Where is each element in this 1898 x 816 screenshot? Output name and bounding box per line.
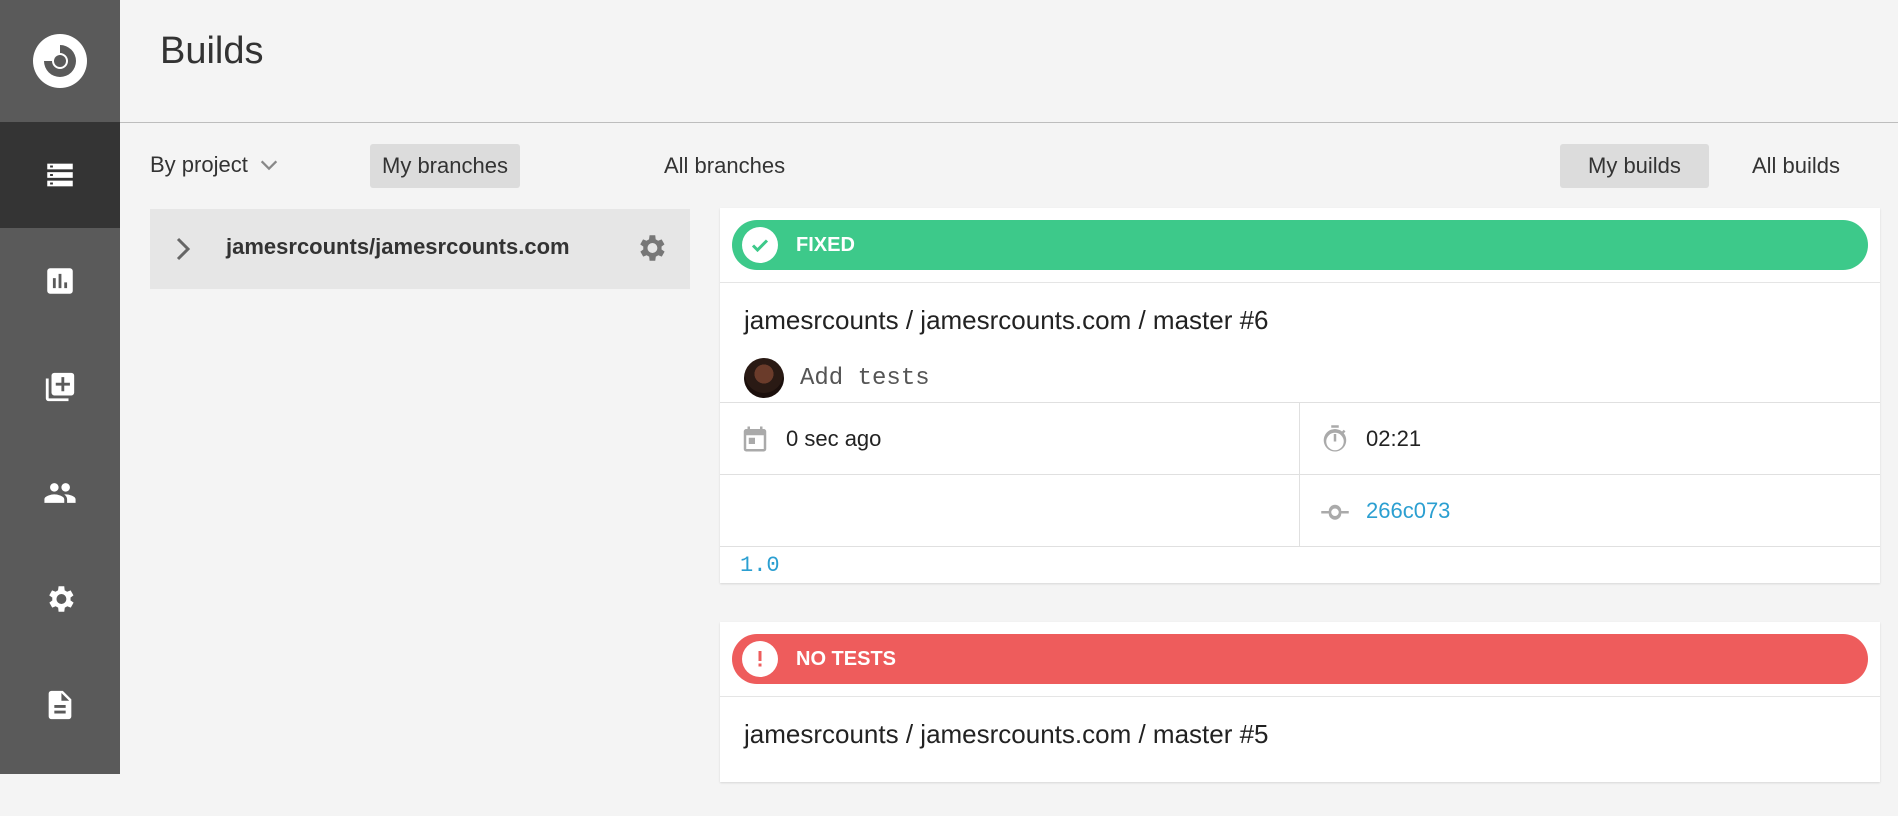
sidebar-item-add-projects[interactable]	[0, 334, 120, 440]
list-icon	[47, 163, 73, 187]
document-icon	[48, 690, 72, 720]
check-icon	[742, 227, 778, 263]
commit-line: Add tests	[744, 358, 1856, 398]
build-duration: 02:21	[1366, 425, 1422, 451]
commit-cell: 266c073	[1300, 475, 1880, 547]
project-row[interactable]: jamesrcounts/jamesrcounts.com	[150, 209, 690, 289]
project-name[interactable]: jamesrcounts/jamesrcounts.com	[226, 234, 570, 260]
circleci-logo[interactable]	[0, 0, 120, 122]
status-label: FIXED	[796, 233, 855, 256]
commit-icon	[1321, 504, 1349, 520]
alert-icon	[742, 641, 778, 677]
people-icon	[44, 483, 76, 503]
build-header: jamesrcounts / jamesrcounts.com / master…	[720, 696, 1880, 816]
chevron-down-icon	[260, 160, 277, 171]
tab-all-builds[interactable]: All builds	[1740, 144, 1852, 188]
sidebar-item-builds[interactable]	[0, 122, 120, 228]
project-settings-icon[interactable]	[634, 231, 668, 265]
avatar	[744, 358, 784, 398]
by-project-dropdown[interactable]: By project	[150, 152, 280, 178]
stopwatch-icon	[1323, 424, 1347, 452]
time-ago: 0 sec ago	[786, 425, 882, 451]
chevron-right-icon[interactable]	[172, 235, 194, 263]
add-project-icon	[45, 372, 75, 402]
commit-message: Add tests	[800, 364, 930, 392]
sidebar-item-team[interactable]	[0, 440, 120, 546]
status-label: NO TESTS	[796, 647, 897, 670]
sidebar-item-settings[interactable]	[0, 546, 120, 652]
status-badge-no-tests[interactable]: NO TESTS	[732, 634, 1868, 684]
tab-my-builds[interactable]: My builds	[1560, 144, 1709, 188]
build-card: FIXED jamesrcounts / jamesrcounts.com / …	[720, 208, 1880, 583]
build-header: jamesrcounts / jamesrcounts.com / master…	[720, 282, 1880, 402]
sidebar-item-docs[interactable]	[0, 652, 120, 758]
filter-bar: By project My branches All branches My b…	[120, 123, 1898, 207]
status-badge-fixed[interactable]: FIXED	[732, 220, 1868, 270]
tab-all-branches[interactable]: All branches	[652, 144, 797, 188]
top-header: Builds	[120, 0, 1898, 123]
page-title: Builds	[160, 30, 264, 72]
empty-cell	[720, 475, 1300, 547]
commit-hash-link[interactable]: 266c073	[1366, 498, 1450, 524]
calendar-icon	[743, 426, 767, 451]
tab-my-branches[interactable]: My branches	[370, 144, 520, 188]
sidebar-item-insights[interactable]	[0, 228, 120, 334]
build-card: NO TESTS jamesrcounts / jamesrcounts.com…	[720, 622, 1880, 782]
build-title[interactable]: jamesrcounts / jamesrcounts.com / master…	[744, 305, 1856, 336]
sidebar	[0, 0, 120, 774]
bar-chart-icon	[47, 268, 73, 294]
build-time-cell: 0 sec ago	[720, 403, 1300, 475]
version-link[interactable]: 1.0	[720, 547, 1880, 583]
logo-icon	[33, 34, 87, 88]
build-duration-cell: 02:21	[1300, 403, 1880, 475]
gear-icon	[49, 586, 74, 612]
by-project-label: By project	[150, 152, 248, 177]
build-title[interactable]: jamesrcounts / jamesrcounts.com / master…	[744, 719, 1856, 750]
build-meta: 0 sec ago 02:21 266c073	[720, 402, 1880, 547]
